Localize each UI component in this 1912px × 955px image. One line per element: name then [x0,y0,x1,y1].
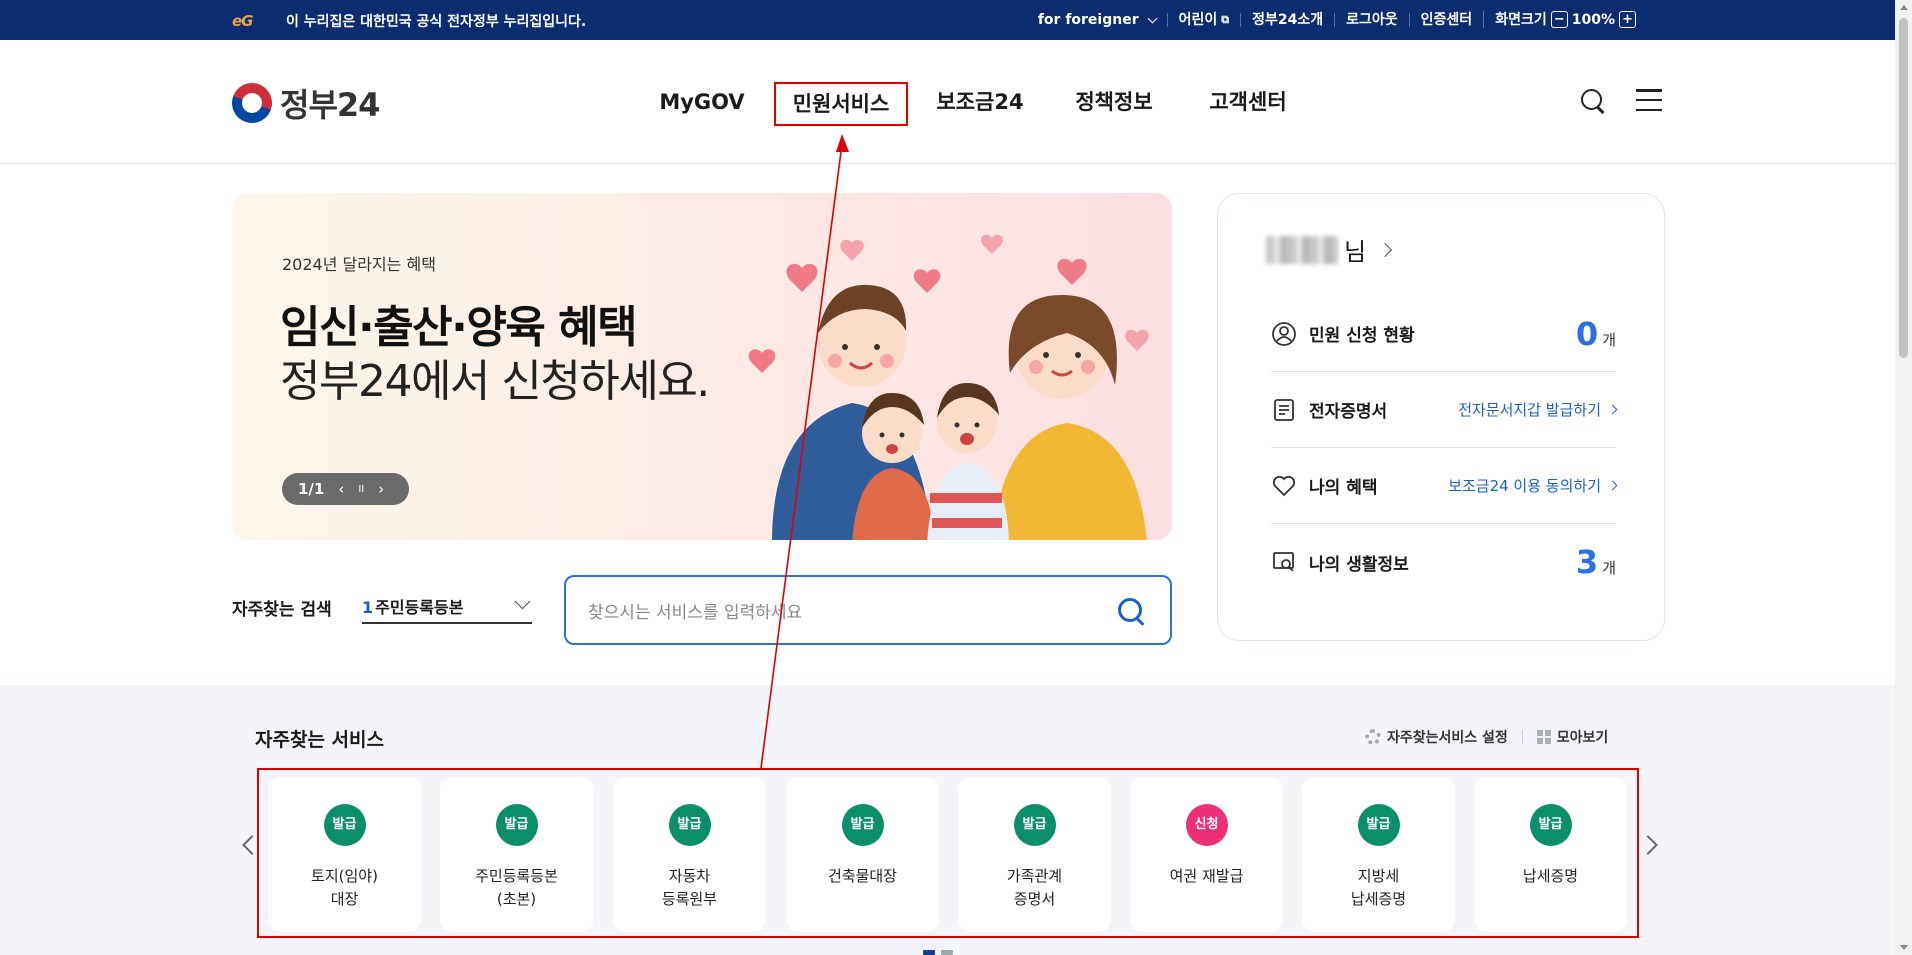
annotation-highlight-box [257,768,1639,938]
header-icons [1580,88,1662,114]
service-settings-link[interactable]: 자주찾는서비스 설정 [1365,727,1508,747]
promo-banner[interactable]: 2024년 달라지는 혜택 임신·출산·양육 혜택 정부24에서 신청하세요. … [232,193,1172,540]
life-info-label: 나의 생활정보 [1309,554,1409,575]
name-suffix: 님 [1344,238,1367,266]
zoom-out-button[interactable]: − [1550,11,1568,28]
pause-icon[interactable]: II [358,484,364,495]
cert-center-label: 인증센터 [1420,11,1473,28]
nav-policy-info[interactable]: 정책정보 [1052,82,1176,126]
service-search-input[interactable]: 찾으시는 서비스를 입력하세요 [564,575,1172,645]
search-document-icon [1273,552,1294,572]
gov-notice: eG 이 누리집은 대한민국 공식 전자정부 누리집입니다. [232,11,586,31]
chevron-right-icon [1607,404,1618,415]
search-submit-icon[interactable] [1118,598,1146,626]
next-slide-icon[interactable]: › [378,480,384,498]
application-status-label: 민원 신청 현황 [1309,326,1415,346]
chevron-right-icon [1378,242,1393,257]
kids-label: 어린이 [1178,11,1218,28]
chevron-down-icon [514,593,531,610]
gov-notice-text: 이 누리집은 대한민국 공식 전자정부 누리집입니다. [286,14,587,30]
nav-subsidy24[interactable]: 보조금24 [918,82,1042,126]
chevron-down-icon [1147,13,1158,23]
e-wallet-link[interactable]: 전자문서지갑 발급하기 [1458,399,1601,420]
section-links: 자주찾는서비스 설정 모아보기 [1365,727,1608,747]
search-placeholder: 찾으시는 서비스를 입력하세요 [588,602,803,623]
search-row: 자주찾는 검색 1 주민등록등본 찾으시는 서비스를 입력하세요 [232,575,1172,645]
count-unit: 개 [1602,559,1616,577]
rank-number: 1 [362,598,374,617]
menu-icon[interactable] [1636,88,1662,112]
view-all-label: 모아보기 [1556,730,1609,746]
heart-icon [1272,475,1296,496]
banner-subline: 정부24에서 신청하세요. [280,356,710,407]
popular-search-select[interactable]: 1 주민등록등본 [362,593,532,624]
application-count: 0 [1575,314,1599,353]
zoom-in-button[interactable]: + [1619,11,1636,28]
page-scrollbar[interactable] [1895,0,1912,955]
logout-label: 로그아웃 [1346,11,1398,28]
subsidy-consent-link[interactable]: 보조금24 이용 동의하기 [1448,475,1601,496]
carousel-dot[interactable] [941,950,953,955]
about-link[interactable]: 정부24소개 [1240,11,1334,28]
popular-search-value: 주민등록등본 [375,598,464,617]
carousel-dots [923,950,953,955]
kids-link[interactable]: 어린이 ⧉ [1166,11,1241,28]
user-summary-card: 님 민원 신청 현황 0개 전자증명서 전자문서지갑 발급하기 나의 혜택 보조… [1217,193,1665,641]
document-icon [1274,398,1294,421]
life-info-row[interactable]: 나의 생활정보 3개 [1271,524,1616,600]
logo-text: 정부24 [280,86,380,124]
gov-notice-bar: eG 이 누리집은 대한민국 공식 전자정부 누리집입니다. for forei… [0,0,1895,40]
screen-size-control: 화면크기 − 100% + [1483,11,1647,28]
utility-menu: for foreigner 어린이 ⧉ 정부24소개 로그아웃 인증센터 화면크기… [1027,11,1647,28]
nav-customer-center[interactable]: 고객센터 [1186,82,1310,126]
life-info-count: 3 [1575,543,1599,581]
my-benefits-label: 나의 혜택 [1309,478,1378,498]
grid-icon [1536,730,1551,744]
for-foreigner-link[interactable]: for foreigner [1027,13,1167,27]
e-certificate-label: 전자증명서 [1309,402,1388,422]
scroll-down-icon[interactable] [1900,945,1908,950]
site-header: 정부24 MyGOV 민원서비스 보조금24 정책정보 고객센터 [0,40,1895,164]
for-foreigner-label: for foreigner [1037,11,1139,28]
popular-search-label: 자주찾는 검색 [232,600,332,620]
egov-logo-icon: eG [232,12,254,30]
search-icon[interactable] [1580,88,1606,114]
service-settings-label: 자주찾는서비스 설정 [1387,730,1508,746]
prev-slide-icon[interactable]: ‹ [338,480,344,498]
site-logo[interactable]: 정부24 [226,77,380,129]
user-name-blurred [1266,235,1338,264]
banner-pager: 1/1 ‹ II › [282,473,409,505]
carousel-dot-active[interactable] [923,950,935,955]
scroll-up-icon[interactable] [1900,5,1908,10]
about-label: 정부24소개 [1252,11,1324,28]
nav-mygov[interactable]: MyGOV [640,82,764,126]
chevron-right-icon [1607,480,1618,491]
scroll-thumb[interactable] [1899,18,1908,358]
divider [1521,730,1523,744]
family-illustration [748,234,1149,540]
e-certificate-row[interactable]: 전자증명서 전자문서지갑 발급하기 [1271,372,1618,448]
application-status-row[interactable]: 민원 신청 현황 0개 [1271,296,1616,372]
main-nav: MyGOV 민원서비스 보조금24 정책정보 고객센터 [640,82,1310,126]
my-benefits-row[interactable]: 나의 혜택 보조금24 이용 동의하기 [1271,448,1618,524]
taegeuk-logo-icon [226,77,278,129]
count-unit: 개 [1602,330,1616,349]
cert-center-link[interactable]: 인증센터 [1408,11,1484,28]
user-circle-icon [1272,321,1296,346]
banner-kicker: 2024년 달라지는 혜택 [282,255,436,274]
pager-count: 1/1 [298,480,325,498]
user-name-link[interactable]: 님 [1266,232,1393,267]
section-title: 자주찾는 서비스 [255,729,384,751]
gear-icon [1365,729,1381,745]
zoom-value: 100% [1571,11,1615,28]
screen-size-label: 화면크기 [1495,11,1547,28]
view-all-link[interactable]: 모아보기 [1536,727,1609,747]
logout-link[interactable]: 로그아웃 [1334,11,1409,28]
external-link-icon: ⧉ [1221,12,1230,26]
nav-civil-service[interactable]: 민원서비스 [774,82,908,126]
